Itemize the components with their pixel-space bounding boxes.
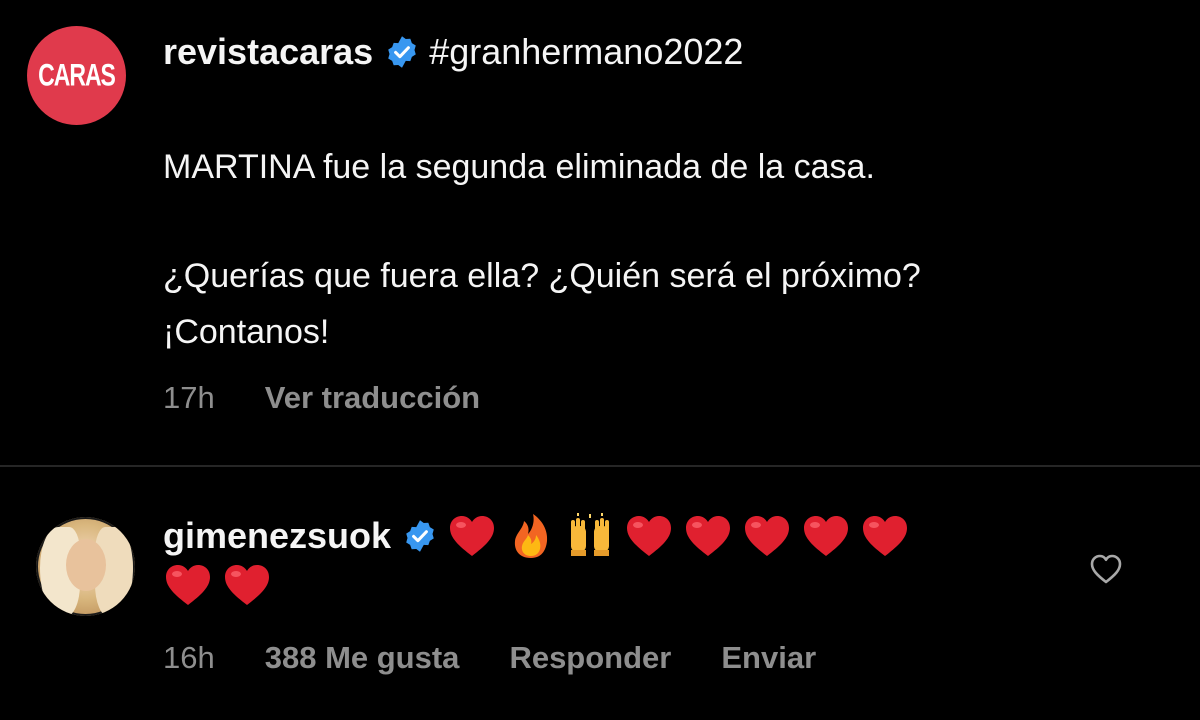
red-heart-emoji — [745, 516, 790, 556]
raised-hands-emoji — [571, 513, 610, 556]
comment-meta: 16h 388 Me gusta Responder Enviar — [163, 636, 816, 680]
divider — [0, 465, 1200, 467]
revistacaras-avatar[interactable]: CARAS — [27, 26, 126, 125]
translate-link[interactable]: Ver traducción — [265, 380, 480, 416]
comment-likes-count[interactable]: 388 Me gusta — [265, 640, 460, 676]
post-meta: 17h Ver traducción — [163, 376, 480, 420]
comment-header: gimenezsuok — [163, 512, 919, 560]
post-hashtag[interactable]: #granhermano2022 — [429, 31, 743, 73]
avatar-face — [66, 539, 106, 591]
gimenezsuok-avatar[interactable] — [36, 517, 135, 616]
comment-timestamp[interactable]: 16h — [163, 640, 215, 676]
verified-badge-icon — [406, 520, 434, 552]
red-heart-emoji — [166, 565, 210, 605]
caption-line-3: ¡Contanos! — [163, 313, 330, 351]
red-heart-emoji — [627, 516, 672, 556]
post-header: revistacaras #granhermano2022 — [163, 28, 743, 76]
comment-emojis-line-1 — [447, 512, 919, 560]
reply-button[interactable]: Responder — [509, 640, 671, 676]
red-heart-emoji — [686, 516, 731, 556]
send-button[interactable]: Enviar — [721, 640, 816, 676]
caras-logo-text: CARAS — [38, 57, 116, 93]
red-heart-emoji — [450, 516, 495, 556]
red-heart-emoji — [225, 565, 269, 605]
post: CARAS revistacaras #granhermano2022 MART… — [0, 0, 1200, 465]
verified-badge-icon — [388, 36, 416, 68]
fire-emoji — [514, 514, 548, 558]
red-heart-emoji — [863, 516, 908, 556]
post-timestamp[interactable]: 17h — [163, 380, 215, 416]
caption-line-2: ¿Querías que fuera ella? ¿Quién será el … — [163, 257, 921, 295]
comment-username[interactable]: gimenezsuok — [163, 515, 391, 557]
caption-line-1: MARTINA fue la segunda eliminada de la c… — [163, 148, 875, 186]
red-heart-emoji — [804, 516, 849, 556]
post-username[interactable]: revistacaras — [163, 31, 373, 73]
heart-outline-icon[interactable] — [1089, 553, 1123, 585]
comment-emojis-line-2 — [163, 560, 281, 610]
